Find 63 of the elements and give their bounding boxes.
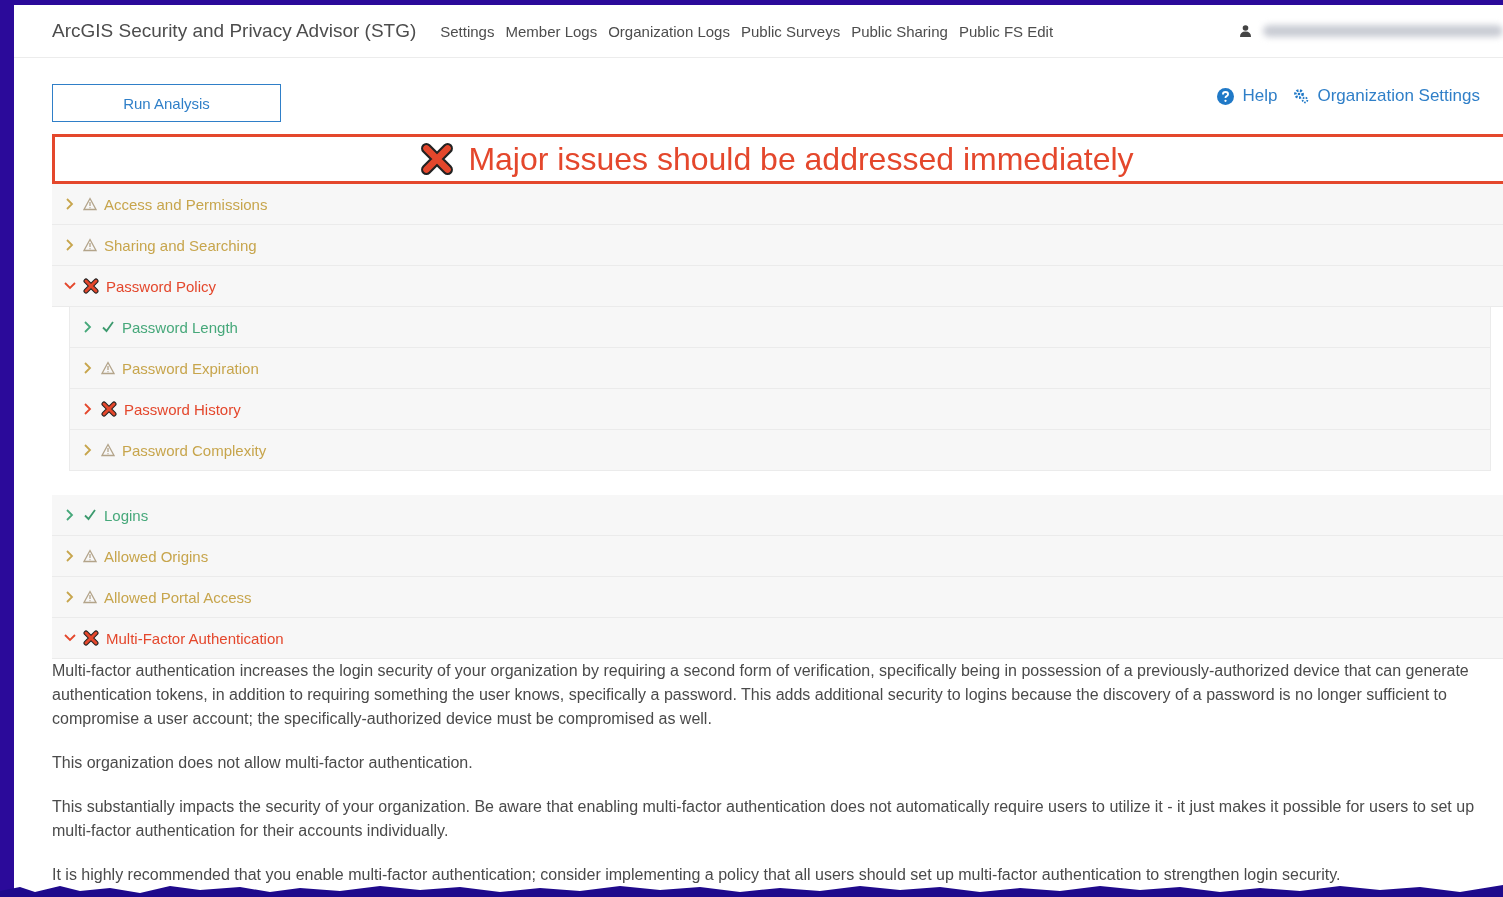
section-row[interactable]: Password Expiration [70, 348, 1491, 389]
app-title: ArcGIS Security and Privacy Advisor (STG) [52, 20, 417, 42]
chevron-right-icon[interactable] [66, 198, 74, 210]
cross-icon [83, 630, 99, 646]
help-link[interactable]: Help [1217, 86, 1278, 106]
warning-icon [83, 590, 97, 604]
help-icon [1217, 87, 1235, 105]
chevron-right-icon[interactable] [84, 403, 92, 415]
banner-message: Major issues should be addressed immediately [468, 140, 1134, 178]
chevron-right-icon[interactable] [66, 591, 74, 603]
nav-link[interactable]: Organization Logs [608, 22, 730, 40]
organization-settings-link[interactable]: Organization Settings [1293, 86, 1480, 106]
section-row[interactable]: Password Complexity [70, 430, 1491, 471]
section-row[interactable]: Password Length [70, 307, 1491, 348]
section-row[interactable]: Password Policy [52, 266, 1503, 307]
nav-link[interactable]: Public FS Edit [958, 22, 1054, 40]
chevron-right-icon[interactable] [66, 550, 74, 562]
section-title: Logins [104, 506, 149, 524]
section-title: Sharing and Searching [104, 236, 257, 254]
warning-icon [101, 443, 115, 457]
gears-icon [1293, 88, 1310, 104]
section-row[interactable]: Logins [52, 495, 1503, 536]
section-title: Password Policy [106, 277, 217, 295]
warning-icon [83, 549, 97, 563]
description-paragraph: This organization does not allow multi-factor authentication. [52, 753, 474, 773]
section-title: Password History [124, 400, 241, 418]
description-paragraph: It is highly recommended that you enable multi-factor authentication; consider implementing a policy that all users should set up multi-factor authentication to strengthen login security. [52, 865, 1342, 885]
section-row[interactable]: Allowed Portal Access [52, 577, 1503, 618]
section-row[interactable]: Allowed Origins [52, 536, 1503, 577]
chevron-down-icon[interactable] [64, 282, 76, 290]
chevron-down-icon[interactable] [64, 634, 76, 642]
section-title: Allowed Portal Access [104, 588, 252, 606]
chevron-right-icon[interactable] [66, 239, 74, 251]
warning-icon [101, 361, 115, 375]
cross-icon [420, 142, 455, 176]
chevron-right-icon[interactable] [84, 362, 92, 374]
section-title: Access and Permissions [104, 195, 268, 213]
section-title: Password Expiration [122, 359, 259, 377]
cross-icon [83, 278, 99, 294]
chevron-right-icon[interactable] [66, 509, 74, 521]
chevron-right-icon[interactable] [84, 321, 92, 333]
section-row[interactable]: Access and Permissions [52, 184, 1503, 225]
nav-link[interactable]: Settings [440, 22, 495, 40]
section-title: Password Length [122, 318, 238, 336]
warning-icon [83, 238, 97, 252]
description-paragraph: This substantially impacts the security of your organization. Be aware that enabling multi-factor authentication does not automatically require users to utilize it - it just makes it possible for users to set up multi-factor authentication for their accounts individually. [52, 797, 1476, 841]
nav-link[interactable]: Public Sharing [851, 22, 948, 40]
section-title: Allowed Origins [104, 547, 209, 565]
nav-link[interactable]: Member Logs [505, 22, 598, 40]
run-analysis-button[interactable]: Run Analysis [52, 84, 281, 122]
section-row[interactable]: Password History [70, 389, 1491, 430]
section-title: Password Complexity [122, 441, 267, 459]
section-row[interactable]: Multi-Factor Authentication [52, 618, 1503, 659]
user-icon[interactable] [1240, 25, 1251, 37]
cross-icon [101, 401, 117, 417]
description-paragraph: Multi-factor authentication increases the login security of your organization by requiring a second form of verification, specifically being in possession of a previously-authorized device that can generate authentication tokens, in addition to requiring something the user knows, specifically a password. This adds additional security to logins because the discovery of a password is no longer sufficient to compromise a user account; the specifically-authorized device must be compromised as well. [52, 661, 1470, 729]
section-title: Multi-Factor Authentication [106, 629, 284, 647]
check-icon [101, 320, 115, 334]
warning-icon [83, 197, 97, 211]
chevron-right-icon[interactable] [84, 444, 92, 456]
nav-link[interactable]: Public Surveys [740, 22, 841, 40]
section-row[interactable]: Sharing and Searching [52, 225, 1503, 266]
check-icon [83, 508, 97, 522]
